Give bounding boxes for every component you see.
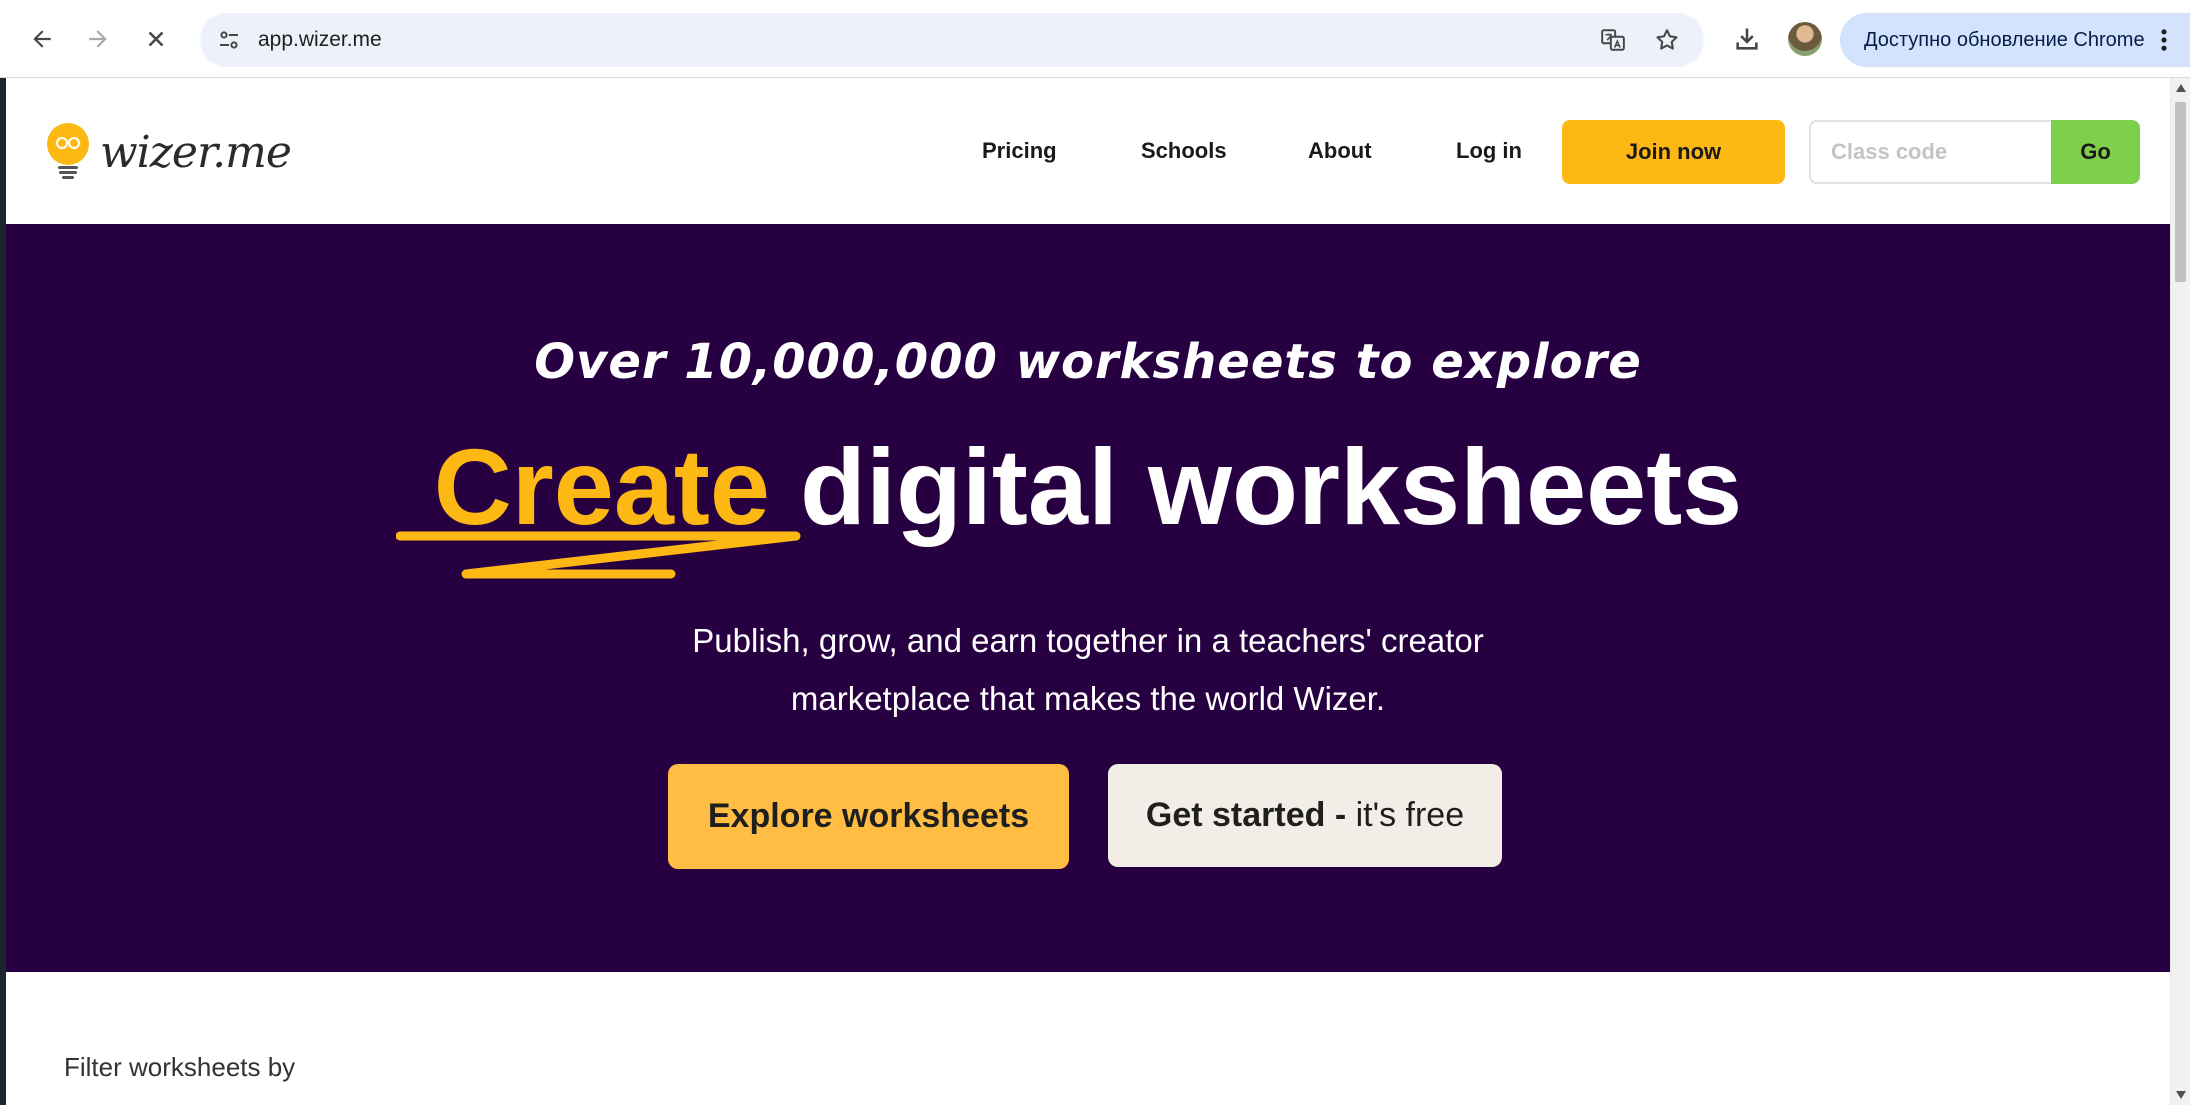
hero-subtitle-line2: marketplace that makes the world Wizer. [790,680,1386,717]
arrow-left-icon [33,30,51,48]
hero-section: Over 10,000,000 worksheets to explore Cr… [6,224,2170,972]
page-scrollbar[interactable] [2170,78,2190,1105]
scroll-up-icon[interactable] [2176,84,2186,92]
nav-about[interactable]: About [1308,78,1372,224]
chrome-update-button[interactable]: Доступно обновление Chrome [1840,13,2190,67]
forward-button[interactable] [76,17,120,61]
scroll-down-icon[interactable] [2176,1091,2186,1099]
wizer-logo[interactable]: wizer.me [44,122,294,182]
hero-subtitle-line1: Publish, grow, and earn together in a te… [692,622,1484,659]
hero-title: Create digital worksheets [6,424,2170,549]
url-text[interactable]: app.wizer.me [258,13,382,67]
tune-icon [220,31,238,49]
download-icon [1736,28,1758,50]
join-now-button[interactable]: Join now [1562,120,1785,184]
close-icon [148,31,164,47]
lightbulb-icon [47,123,89,179]
address-bar[interactable]: app.wizer.me [200,13,1704,67]
browser-toolbar: app.wizer.me Доступно обновление Chrome [0,0,2190,78]
profile-avatar[interactable] [1788,22,1822,56]
star-icon [1656,29,1678,50]
logo-text: wizer.me [100,126,292,178]
bookmark-button[interactable] [1650,23,1684,57]
update-label: Доступно обновление Chrome [1864,28,2145,51]
hero-title-rest: digital worksheets [799,426,1743,547]
nav-pricing[interactable]: Pricing [982,78,1057,224]
get-started-strong: Get started - [1145,796,1347,834]
get-started-rest: it's free [1355,796,1465,834]
translate-button[interactable] [1596,23,1630,57]
arrow-right-icon [89,30,107,48]
hero-kicker: Over 10,000,000 worksheets to explore [534,334,1642,390]
more-vert-icon[interactable] [2150,26,2178,54]
translate-icon [1601,29,1625,51]
underline-squiggle-icon [396,531,801,579]
downloads-button[interactable] [1728,20,1766,58]
hero-subtitle: Publish, grow, and earn together in a te… [588,612,1588,728]
class-code-input[interactable] [1809,120,2059,184]
back-button[interactable] [20,17,64,61]
nav-login[interactable]: Log in [1456,78,1522,224]
nav-schools[interactable]: Schools [1141,78,1227,224]
scroll-thumb[interactable] [2175,102,2186,282]
site-settings-button[interactable] [212,23,246,57]
site-header: wizer.me Pricing Schools About Log in Jo… [6,78,2170,224]
stop-loading-button[interactable] [134,17,178,61]
filter-heading: Filter worksheets by [64,1052,296,1082]
get-started-button[interactable]: Get started - it's free [1108,764,1502,867]
page-viewport: wizer.me Pricing Schools About Log in Jo… [6,78,2170,1105]
go-button[interactable]: Go [2051,120,2140,184]
explore-worksheets-button[interactable]: Explore worksheets [668,764,1069,869]
